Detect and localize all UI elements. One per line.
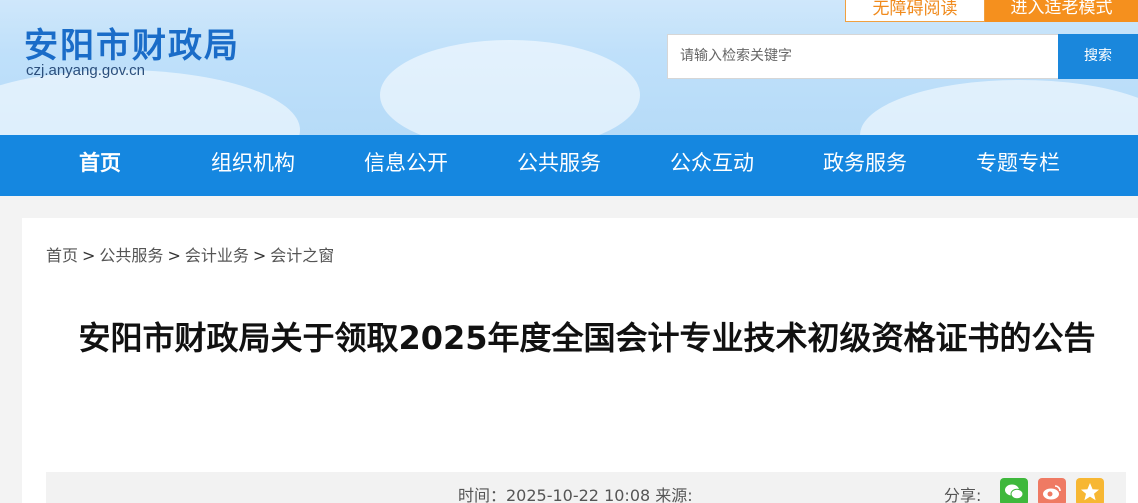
nav-item-public-service[interactable]: 公共服务: [489, 135, 629, 196]
nav-item-disclosure[interactable]: 信息公开: [336, 135, 476, 196]
accessibility-button[interactable]: 无障碍阅读: [845, 0, 985, 22]
search-input[interactable]: 请输入检索关键字: [667, 34, 1059, 79]
cloud-decoration: [380, 40, 640, 135]
nav-item-home[interactable]: 首页: [30, 135, 170, 196]
elder-mode-button[interactable]: 进入适老模式: [985, 0, 1138, 22]
breadcrumb-separator: >: [82, 246, 96, 265]
breadcrumb-separator: >: [252, 246, 267, 265]
site-title[interactable]: 安阳市财政局: [24, 18, 240, 67]
weibo-icon[interactable]: [1038, 478, 1066, 503]
main-nav: 首页 组织机构 信息公开 公共服务 公众互动 政务服务 专题专栏: [0, 135, 1138, 196]
nav-item-organization[interactable]: 组织机构: [183, 135, 323, 196]
site-domain: czj.anyang.gov.cn: [26, 62, 145, 79]
breadcrumb-separator: >: [167, 246, 181, 265]
wechat-icon[interactable]: [1000, 478, 1028, 503]
nav-item-gov-service[interactable]: 政务服务: [795, 135, 935, 196]
nav-item-interaction[interactable]: 公众互动: [642, 135, 782, 196]
star-icon[interactable]: [1076, 478, 1104, 503]
search-button[interactable]: 搜索: [1058, 34, 1138, 79]
article-meta: 时间：2025-10-22 10:08 来源:: [458, 486, 693, 503]
breadcrumb-home[interactable]: 首页: [46, 246, 78, 265]
site-header: 安阳市财政局 czj.anyang.gov.cn 无障碍阅读 进入适老模式 请输…: [0, 0, 1138, 135]
breadcrumb-public-service[interactable]: 公共服务: [99, 246, 163, 265]
breadcrumb-accounting-window[interactable]: 会计之窗: [270, 246, 334, 265]
cloud-decoration: [0, 70, 300, 135]
article-title: 安阳市财政局关于领取2025年度全国会计专业技术初级资格证书的公告: [78, 319, 1096, 357]
article-meta-bar: 时间：2025-10-22 10:08 来源: 分享:: [46, 472, 1126, 503]
cloud-decoration: [860, 80, 1138, 135]
breadcrumb-accounting[interactable]: 会计业务: [185, 246, 249, 265]
breadcrumb: 首页 > 公共服务 > 会计业务 > 会计之窗: [46, 242, 334, 266]
share-label: 分享:: [944, 486, 982, 503]
article-card: 首页 > 公共服务 > 会计业务 > 会计之窗 安阳市财政局关于领取2025年度全国会计专业…: [22, 218, 1138, 503]
nav-item-special[interactable]: 专题专栏: [948, 135, 1088, 196]
